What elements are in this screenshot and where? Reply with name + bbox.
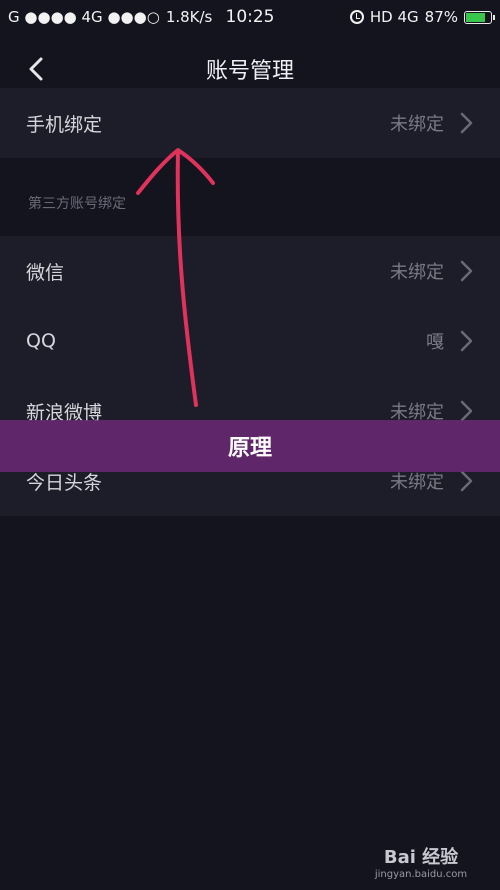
back-arrow-icon — [29, 57, 43, 81]
chevron-right-icon — [460, 470, 473, 492]
nav-bar: 账号管理 — [0, 44, 500, 94]
back-button[interactable] — [24, 56, 50, 82]
third-party-section-header: 第三方账号绑定 — [28, 196, 126, 212]
wechat-label: 微信 — [26, 261, 65, 284]
caption-text: 原理 — [227, 436, 272, 461]
watermark-url: jingyan.baidu.com — [374, 869, 468, 880]
watermark-logo: Bai 经验 — [383, 847, 459, 868]
network-speed: 1.8K/s — [165, 8, 213, 26]
battery-percent: 87% — [424, 8, 458, 26]
status-right: HD 4G 87% — [349, 8, 495, 26]
phone-binding-status: 未绑定 — [390, 114, 444, 135]
signal-indicator: G ●●●● 4G ●●●○ — [8, 8, 160, 26]
network-type: HD 4G — [369, 8, 419, 26]
status-bar: G ●●●● 4G ●●●○ 1.8K/s 10:25 HD 4G 87% — [0, 0, 500, 34]
baidu-watermark: Bai 经验 jingyan.baidu.com — [356, 843, 486, 880]
qq-label: QQ — [26, 330, 56, 352]
phone-binding-row[interactable]: 手机绑定 未绑定 — [0, 88, 500, 158]
qq-row[interactable]: QQ 嘎 — [0, 306, 500, 376]
chevron-right-icon — [460, 260, 473, 282]
caption-banner: 原理 — [0, 420, 500, 472]
wechat-status: 未绑定 — [390, 262, 444, 283]
phone-binding-label: 手机绑定 — [26, 113, 103, 136]
battery-fill — [466, 12, 485, 22]
qq-status: 嘎 — [426, 332, 444, 353]
wechat-row[interactable]: 微信 未绑定 — [0, 236, 500, 306]
chevron-right-icon — [460, 112, 473, 134]
chevron-right-icon — [460, 330, 473, 352]
page-title: 账号管理 — [205, 59, 294, 84]
battery-icon — [464, 10, 495, 24]
status-left: G ●●●● 4G ●●●○ 1.8K/s — [8, 8, 212, 26]
alarm-icon — [349, 10, 364, 24]
